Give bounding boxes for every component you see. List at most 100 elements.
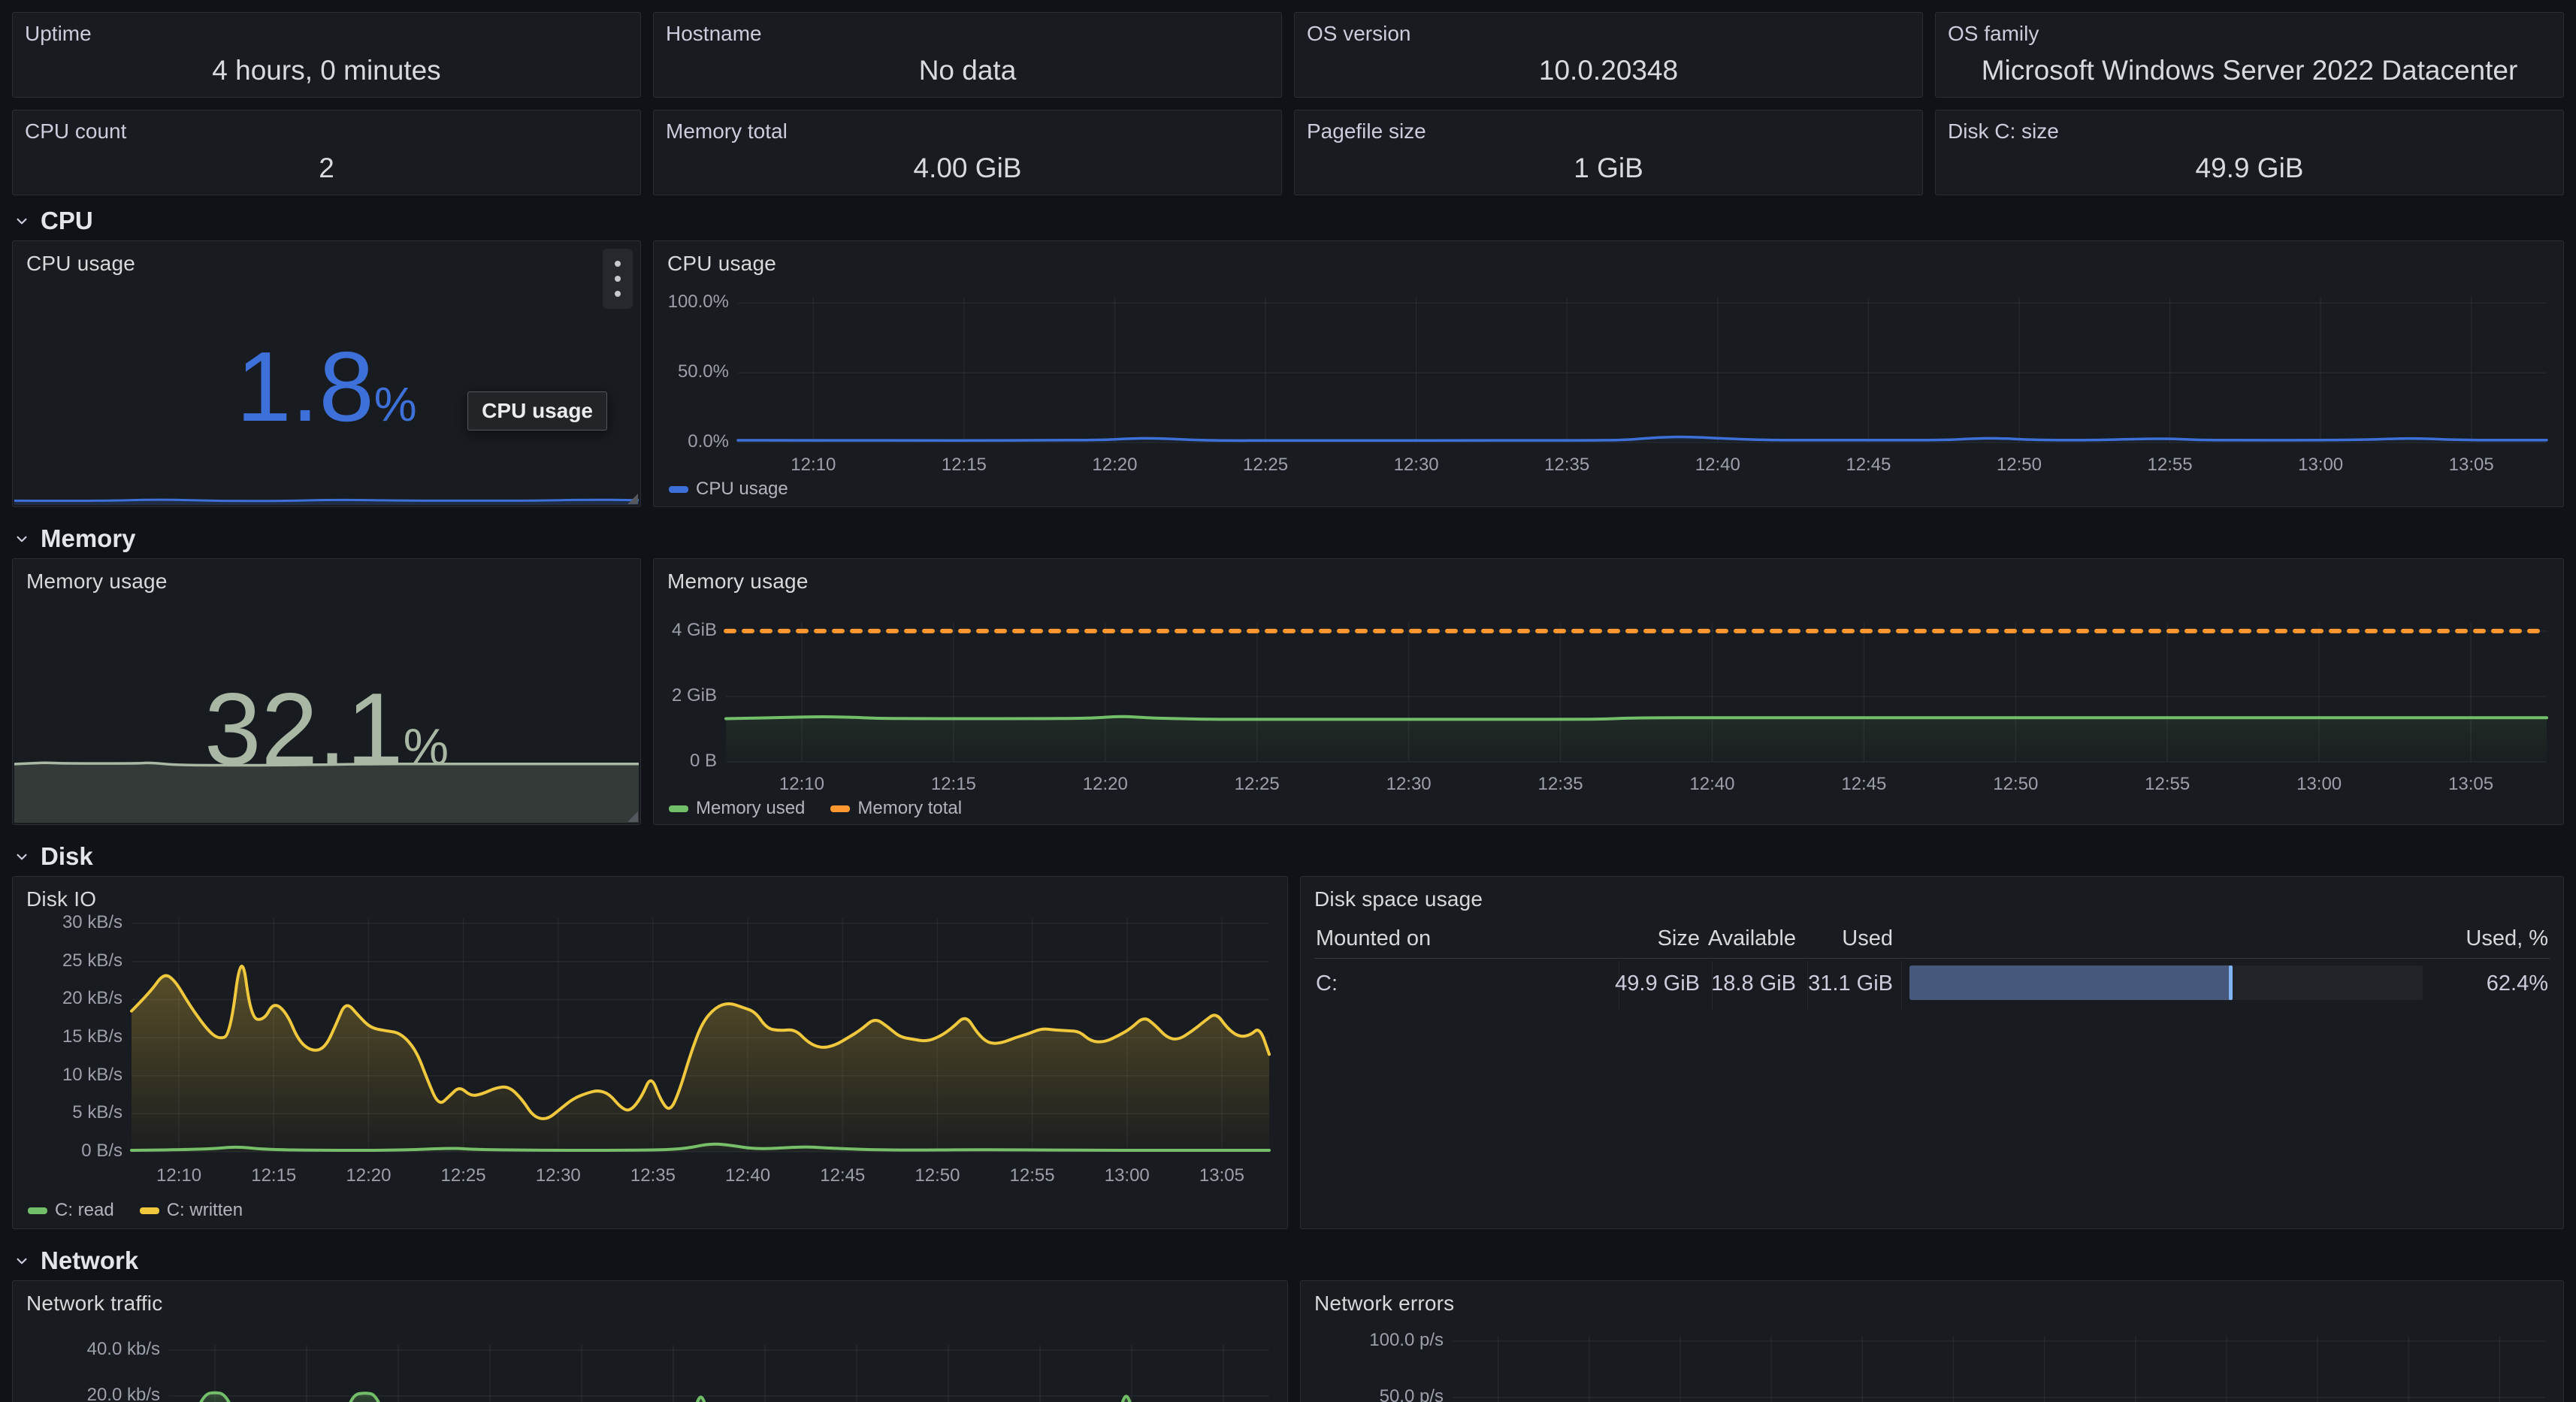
panel-title[interactable]: CPU usage bbox=[26, 252, 135, 276]
panel-title[interactable]: OS family bbox=[1948, 22, 2039, 46]
stat-panel-hostname: Hostname No data bbox=[653, 12, 1282, 98]
table-header-separator bbox=[1314, 958, 2550, 959]
legend-item[interactable]: CPU usage bbox=[669, 479, 788, 500]
panel-title[interactable]: Disk IO bbox=[26, 887, 96, 911]
memory_ts-plot[interactable] bbox=[726, 623, 2547, 762]
cell-separator bbox=[1901, 961, 1902, 1011]
stat-panel-os-family: OS family Microsoft Windows Server 2022 … bbox=[1935, 12, 2564, 98]
legend-item[interactable]: C: read bbox=[28, 1200, 114, 1221]
x-axis-tick-label: 12:30 bbox=[1364, 774, 1454, 795]
stat-panel-disk-c-size: Disk C: size 49.9 GiB bbox=[1935, 110, 2564, 195]
x-axis-tick-label: 12:35 bbox=[608, 1165, 698, 1186]
y-axis-tick-label: 0.0% bbox=[616, 431, 729, 452]
panel-title[interactable]: CPU usage bbox=[667, 252, 776, 276]
x-axis-tick-label: 12:45 bbox=[797, 1165, 887, 1186]
panel-title[interactable]: Memory usage bbox=[667, 570, 809, 594]
col-header-used-pct[interactable]: Used, % bbox=[2383, 926, 2548, 951]
network-errors-chart-panel: Network errors 50.0 p/s 100.0 p/s bbox=[1300, 1280, 2564, 1402]
x-axis-tick-label: 12:55 bbox=[2125, 455, 2215, 476]
x-axis-tick-label: 13:05 bbox=[2426, 455, 2517, 476]
cpu-usage-sparkline bbox=[14, 473, 639, 505]
legend-series-label: Memory used bbox=[696, 798, 805, 819]
section-title: Disk bbox=[41, 842, 93, 871]
stat-value: 1 GiB bbox=[1295, 153, 1922, 184]
section-row-memory[interactable]: Memory bbox=[12, 524, 2564, 554]
panel-title[interactable]: Memory usage bbox=[26, 570, 168, 594]
x-axis-tick-label: 12:50 bbox=[892, 1165, 982, 1186]
panel-title[interactable]: CPU count bbox=[25, 119, 126, 144]
cpu-usage-chart-panel: CPU usage 0.0%50.0%100.0%12:1012:1512:20… bbox=[653, 240, 2564, 507]
chart-legend: C: read C: written bbox=[28, 1200, 243, 1221]
stat-value: 4 hours, 0 minutes bbox=[13, 55, 640, 86]
x-axis-tick-label: 12:20 bbox=[1069, 455, 1160, 476]
cell-used: 31.1 GiB bbox=[1743, 971, 1893, 996]
panel-title[interactable]: Disk C: size bbox=[1948, 119, 2059, 144]
stat-value: 2 bbox=[13, 153, 640, 184]
section-title: Network bbox=[41, 1246, 138, 1275]
x-axis-tick-label: 12:55 bbox=[2122, 774, 2212, 795]
legend-series-swatch bbox=[669, 486, 688, 493]
panel-resize-handle[interactable] bbox=[627, 494, 638, 504]
memory-usage-chart-panel: Memory usage 0 B2 GiB4 GiB12:1012:1512:2… bbox=[653, 558, 2564, 825]
legend-item[interactable]: Memory used bbox=[669, 798, 805, 819]
x-axis-tick-label: 12:15 bbox=[909, 774, 999, 795]
legend-series-swatch bbox=[669, 805, 688, 812]
panel-resize-handle[interactable] bbox=[627, 811, 638, 822]
section-row-network[interactable]: Network bbox=[12, 1246, 2564, 1276]
x-axis-tick-label: 12:35 bbox=[1516, 774, 1606, 795]
stat-panel-uptime: Uptime 4 hours, 0 minutes bbox=[12, 12, 641, 98]
section-row-cpu[interactable]: CPU bbox=[12, 206, 2564, 236]
x-axis-tick-label: 12:10 bbox=[134, 1165, 224, 1186]
panel-title[interactable]: Memory total bbox=[666, 119, 788, 144]
net_traffic-plot[interactable] bbox=[169, 1345, 1269, 1402]
cpu_usage_ts-plot[interactable] bbox=[738, 298, 2547, 443]
panel-title[interactable]: Pagefile size bbox=[1307, 119, 1426, 144]
x-axis-tick-label: 12:20 bbox=[323, 1165, 413, 1186]
y-axis-tick-label: 25 kB/s bbox=[10, 950, 122, 971]
y-axis-tick-label: 4 GiB bbox=[604, 620, 717, 641]
x-axis-tick-label: 12:40 bbox=[703, 1165, 793, 1186]
cell-mounted-on: C: bbox=[1316, 971, 1338, 996]
x-axis-tick-label: 13:05 bbox=[1177, 1165, 1267, 1186]
chart-legend: CPU usage bbox=[669, 479, 788, 500]
y-axis-tick-label: 50.0% bbox=[616, 361, 729, 382]
y-axis-tick-label: 50.0 p/s bbox=[1331, 1386, 1444, 1402]
x-axis-tick-label: 13:00 bbox=[2274, 774, 2364, 795]
chevron-down-icon bbox=[12, 1251, 32, 1271]
section-row-disk[interactable]: Disk bbox=[12, 842, 2564, 872]
cpu-usage-data-link[interactable]: CPU usage bbox=[467, 391, 607, 431]
cell-used-pct: 62.4% bbox=[2383, 971, 2548, 996]
disk_io-plot[interactable] bbox=[132, 918, 1269, 1152]
panel-title[interactable]: Network errors bbox=[1314, 1292, 1454, 1316]
stat-panel-pagefile-size: Pagefile size 1 GiB bbox=[1294, 110, 1923, 195]
y-axis-tick-label: 10 kB/s bbox=[10, 1065, 122, 1086]
stat-panel-os-version: OS version 10.0.20348 bbox=[1294, 12, 1923, 98]
col-header-used[interactable]: Used bbox=[1743, 926, 1893, 951]
net_errors-plot[interactable] bbox=[1453, 1336, 2545, 1402]
y-axis-tick-label: 100.0 p/s bbox=[1331, 1330, 1444, 1351]
memory-usage-gauge-panel: Memory usage 32.1% bbox=[12, 558, 641, 825]
x-axis-tick-label: 12:45 bbox=[1819, 774, 1909, 795]
legend-item[interactable]: Memory total bbox=[830, 798, 962, 819]
legend-series-swatch bbox=[830, 805, 850, 812]
panel-title[interactable]: Network traffic bbox=[26, 1292, 162, 1316]
legend-item[interactable]: C: written bbox=[140, 1200, 243, 1221]
legend-series-label: Memory total bbox=[857, 798, 962, 819]
col-header-mounted-on[interactable]: Mounted on bbox=[1316, 926, 1431, 951]
x-axis-tick-label: 12:25 bbox=[1220, 455, 1311, 476]
x-axis-tick-label: 12:15 bbox=[919, 455, 1009, 476]
x-axis-tick-label: 12:15 bbox=[228, 1165, 319, 1186]
panel-title[interactable]: Uptime bbox=[25, 22, 92, 46]
chevron-down-icon bbox=[12, 529, 32, 548]
x-axis-tick-label: 12:10 bbox=[757, 774, 847, 795]
memory-usage-sparkline bbox=[14, 761, 639, 823]
bar-gauge-edge bbox=[2229, 965, 2233, 1000]
panel-title[interactable]: Disk space usage bbox=[1314, 887, 1483, 911]
y-axis-tick-label: 2 GiB bbox=[604, 685, 717, 706]
legend-series-label: C: written bbox=[167, 1200, 243, 1221]
panel-title[interactable]: OS version bbox=[1307, 22, 1411, 46]
y-axis-tick-label: 40.0 kb/s bbox=[47, 1339, 160, 1360]
panel-title[interactable]: Hostname bbox=[666, 22, 762, 46]
x-axis-tick-label: 13:05 bbox=[2426, 774, 2516, 795]
network-traffic-chart-panel: Network traffic 20.0 kb/s40.0 kb/s bbox=[12, 1280, 1288, 1402]
